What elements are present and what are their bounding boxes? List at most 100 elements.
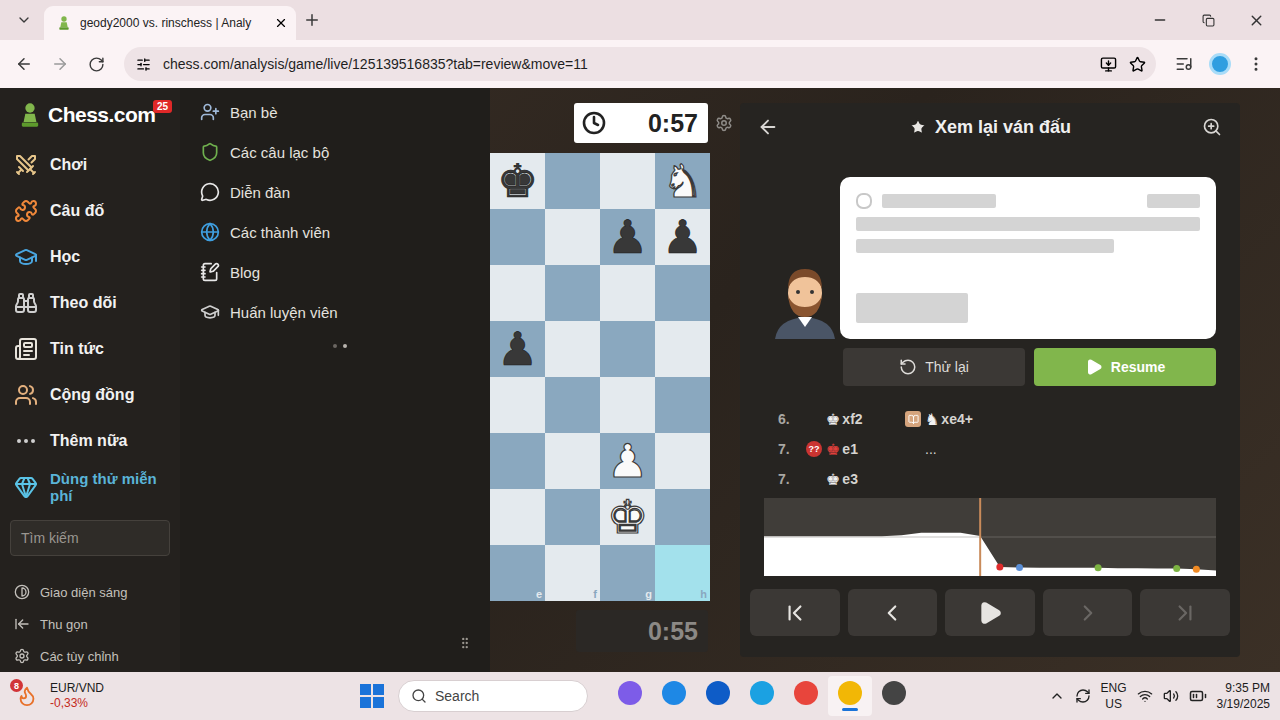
- start-button[interactable]: [360, 684, 384, 708]
- board-square[interactable]: [490, 489, 545, 545]
- board-square[interactable]: h: [655, 545, 710, 601]
- board-square[interactable]: ♚: [490, 153, 545, 209]
- board-square[interactable]: [655, 377, 710, 433]
- prev-button[interactable]: [848, 589, 938, 636]
- bookmark-star-icon[interactable]: [1129, 56, 1146, 73]
- close-window-button[interactable]: [1232, 0, 1280, 40]
- move-cell[interactable]: ??♚e1: [804, 440, 903, 459]
- sidebar-footer-item[interactable]: Thu gọn: [0, 608, 180, 640]
- taskbar-app[interactable]: [872, 676, 916, 716]
- chess-piece[interactable]: ♚: [497, 158, 538, 204]
- clock[interactable]: 9:35 PM3/19/2025: [1217, 680, 1270, 712]
- profile-button[interactable]: [1204, 48, 1236, 80]
- move-marker[interactable]: [1016, 564, 1023, 571]
- sidebar-item[interactable]: Học: [0, 234, 180, 280]
- menu-button[interactable]: [1240, 48, 1272, 80]
- retry-button[interactable]: Thử lại: [843, 348, 1025, 386]
- submenu-item[interactable]: Huấn luyện viên: [180, 292, 490, 332]
- taskbar-app[interactable]: [828, 676, 872, 716]
- move-cell[interactable]: ♞xe4+: [903, 410, 1013, 429]
- submenu-item[interactable]: Các câu lạc bộ: [180, 132, 490, 172]
- board-square[interactable]: ♟: [600, 433, 655, 489]
- battery-icon[interactable]: [1189, 687, 1207, 705]
- board-square[interactable]: [545, 209, 600, 265]
- board-square[interactable]: ♟: [600, 209, 655, 265]
- taskbar-app[interactable]: [740, 676, 784, 716]
- last-button[interactable]: [1140, 589, 1230, 636]
- chess-piece[interactable]: ♟: [607, 438, 648, 484]
- board-square[interactable]: g: [600, 545, 655, 601]
- back-button[interactable]: [752, 111, 784, 143]
- minimize-button[interactable]: [1136, 0, 1184, 40]
- back-button[interactable]: [8, 48, 40, 80]
- chess-board[interactable]: ♚♞♟♟♟♟♚efgh: [490, 153, 710, 601]
- move-marker[interactable]: [1095, 564, 1102, 571]
- search-field[interactable]: Tìm kiếm: [10, 520, 170, 556]
- move-cell[interactable]: ♚xf2: [804, 410, 903, 429]
- board-square[interactable]: ♟: [490, 321, 545, 377]
- media-button[interactable]: [1168, 48, 1200, 80]
- board-square[interactable]: [655, 489, 710, 545]
- sidebar-item[interactable]: Thêm nữa: [0, 418, 180, 464]
- wifi-icon[interactable]: [1137, 688, 1153, 704]
- board-square[interactable]: [490, 209, 545, 265]
- sidebar-item[interactable]: Theo dõi: [0, 280, 180, 326]
- site-info-icon[interactable]: [136, 57, 151, 72]
- ticker-widget[interactable]: 8EUR/VND-0,33%: [14, 681, 360, 711]
- sidebar-item[interactable]: Câu đố: [0, 188, 180, 234]
- chess-piece[interactable]: ♞: [662, 158, 703, 204]
- sidebar-item[interactable]: Chơi: [0, 142, 180, 188]
- submenu-item[interactable]: Các thành viên: [180, 212, 490, 252]
- move-marker[interactable]: [996, 564, 1003, 571]
- move-cell[interactable]: ♚e3: [804, 470, 903, 489]
- chess-piece[interactable]: ♟: [497, 326, 538, 372]
- submenu-item[interactable]: Diễn đàn: [180, 172, 490, 212]
- resume-button[interactable]: Resume: [1034, 348, 1216, 386]
- trial-item[interactable]: Dùng thử miễn phí: [0, 464, 180, 510]
- board-square[interactable]: [490, 377, 545, 433]
- volume-icon[interactable]: [1163, 688, 1179, 704]
- taskbar-app[interactable]: [608, 676, 652, 716]
- forward-button[interactable]: [44, 48, 76, 80]
- board-square[interactable]: [600, 265, 655, 321]
- board-square[interactable]: ♚: [600, 489, 655, 545]
- chevron-up-icon[interactable]: [1049, 688, 1065, 704]
- chess-piece[interactable]: ♟: [607, 214, 648, 260]
- tab-list-button[interactable]: [8, 4, 40, 36]
- board-square[interactable]: [600, 321, 655, 377]
- first-button[interactable]: [750, 589, 840, 636]
- board-square[interactable]: [655, 265, 710, 321]
- reload-button[interactable]: [80, 48, 112, 80]
- analysis-button[interactable]: [1196, 111, 1228, 143]
- grip-icon[interactable]: [458, 636, 472, 650]
- board-square[interactable]: [545, 489, 600, 545]
- taskbar-search[interactable]: Search: [398, 680, 588, 712]
- move-cell[interactable]: ...: [903, 441, 1013, 457]
- board-square[interactable]: [545, 265, 600, 321]
- close-icon[interactable]: [274, 16, 288, 30]
- submenu-item[interactable]: Blog: [180, 252, 490, 292]
- board-square[interactable]: [600, 377, 655, 433]
- board-square[interactable]: ♞: [655, 153, 710, 209]
- board-square[interactable]: [655, 321, 710, 377]
- chess-piece[interactable]: ♚: [607, 494, 648, 540]
- language-indicator[interactable]: ENGUS: [1101, 680, 1127, 712]
- chess-piece[interactable]: ♟: [662, 214, 703, 260]
- move-marker[interactable]: [1173, 565, 1180, 572]
- board-square[interactable]: [600, 153, 655, 209]
- submenu-item[interactable]: Bạn bè: [180, 92, 490, 132]
- taskbar-app[interactable]: [784, 676, 828, 716]
- board-square[interactable]: [655, 433, 710, 489]
- evaluation-graph[interactable]: [764, 498, 1216, 576]
- settings-button[interactable]: [708, 107, 740, 139]
- board-square[interactable]: [545, 377, 600, 433]
- browser-tab[interactable]: geody2000 vs. rinschess | Analy: [44, 6, 296, 40]
- board-square[interactable]: f: [545, 545, 600, 601]
- sidebar-footer-item[interactable]: Giao diện sáng: [0, 576, 180, 608]
- url-field[interactable]: chess.com/analysis/game/live/12513951683…: [124, 47, 1156, 81]
- board-square[interactable]: [545, 153, 600, 209]
- install-icon[interactable]: [1100, 56, 1117, 73]
- play-button[interactable]: [945, 589, 1035, 636]
- board-square[interactable]: [490, 265, 545, 321]
- board-square[interactable]: [545, 433, 600, 489]
